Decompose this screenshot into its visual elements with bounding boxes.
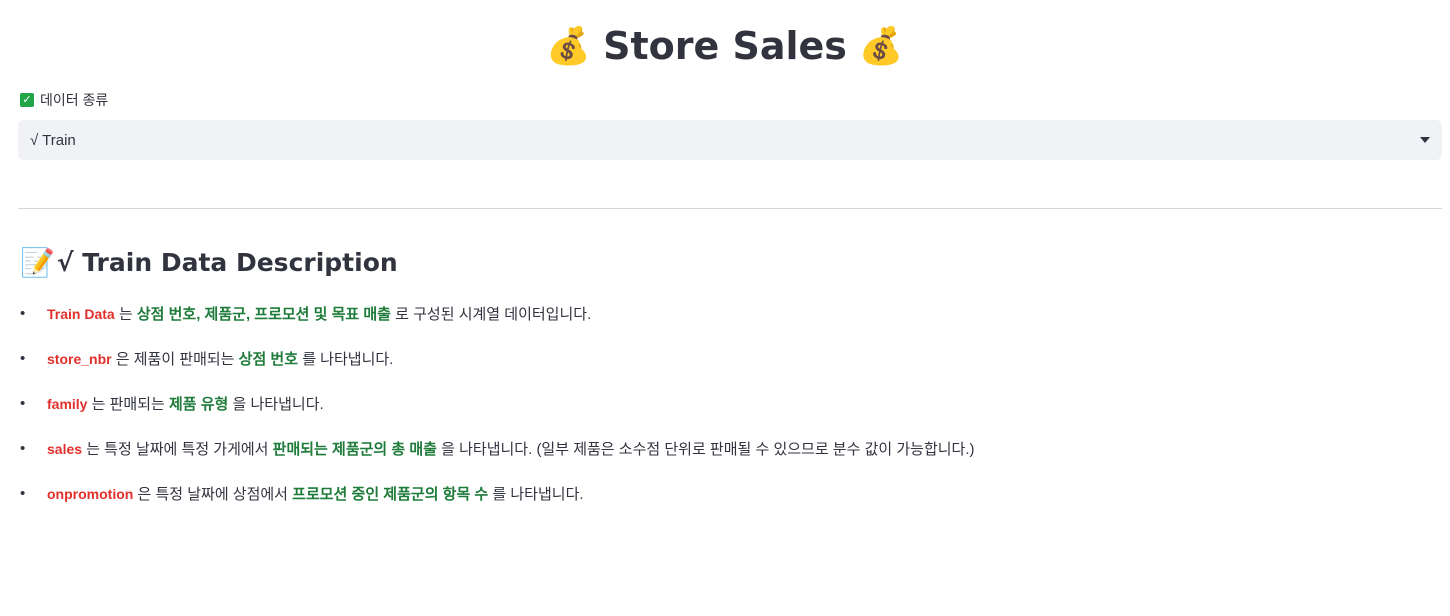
item-text: 로 구성된 시계열 데이터입니다.: [391, 306, 592, 323]
item-text: 은 특정 날짜에 상점에서: [133, 486, 293, 503]
item-highlight: 상점 번호: [238, 351, 299, 368]
list-item: • Train Data 는 상점 번호, 제품군, 프로모션 및 목표 매출 …: [20, 302, 1420, 347]
field-key: onpromotion: [47, 486, 134, 502]
item-text: 를 나타냅니다.: [298, 351, 394, 368]
data-type-select[interactable]: √ Train: [18, 120, 1442, 160]
bullet: •: [20, 440, 26, 457]
bullet: •: [20, 305, 26, 322]
item-highlight: 제품 유형: [168, 396, 229, 413]
item-highlight: 판매되는 제품군의 총 매출: [272, 441, 437, 458]
section-title-text: √ Train Data Description: [56, 248, 398, 277]
list-item: • sales 는 특정 날짜에 특정 가게에서 판매되는 제품군의 총 매출 …: [20, 437, 1420, 482]
chevron-down-icon[interactable]: [1420, 137, 1430, 143]
item-text: 는 특정 날짜에 특정 가게에서: [82, 441, 273, 458]
description-list: • Train Data 는 상점 번호, 제품군, 프로모션 및 목표 매출 …: [20, 302, 1420, 527]
page-title-text: Store Sales: [603, 24, 847, 68]
item-text: 은 제품이 판매되는: [111, 351, 239, 368]
memo-icon: 📝: [20, 246, 55, 279]
page-title: 💰 Store Sales 💰: [0, 18, 1450, 74]
list-item: • family 는 판매되는 제품 유형 을 나타냅니다.: [20, 392, 1420, 437]
bullet: •: [20, 350, 26, 367]
money-bag-icon: 💰: [858, 26, 904, 67]
field-key: sales: [47, 441, 83, 457]
data-type-checkbox[interactable]: ✓ 데이터 종류: [20, 90, 108, 110]
bullet: •: [20, 485, 26, 502]
bullet: •: [20, 395, 26, 412]
list-item: • store_nbr 은 제품이 판매되는 상점 번호 를 나타냅니다.: [20, 347, 1420, 392]
list-item: • onpromotion 은 특정 날짜에 상점에서 프로모션 중인 제품군의…: [20, 482, 1420, 527]
item-text: 는 판매되는: [87, 396, 169, 413]
data-type-label: 데이터 종류: [40, 92, 109, 108]
field-key: family: [47, 396, 88, 412]
data-type-selected-value: √ Train: [30, 131, 76, 149]
item-text: 는: [114, 306, 137, 323]
item-highlight: 상점 번호, 제품군, 프로모션 및 목표 매출: [136, 306, 391, 323]
check-icon[interactable]: ✓: [20, 93, 34, 107]
item-highlight: 프로모션 중인 제품군의 항목 수: [292, 486, 489, 503]
field-key: store_nbr: [47, 351, 112, 367]
item-text: 를 나타냅니다.: [488, 486, 584, 503]
section-title: 📝 √ Train Data Description: [20, 246, 398, 279]
item-text: 을 나타냅니다. (일부 제품은 소수점 단위로 판매될 수 있으므로 분수 값…: [436, 441, 975, 458]
money-bag-icon: 💰: [546, 26, 592, 67]
field-key: Train Data: [47, 306, 115, 322]
item-text: 을 나타냅니다.: [228, 396, 324, 413]
divider: [18, 208, 1442, 209]
